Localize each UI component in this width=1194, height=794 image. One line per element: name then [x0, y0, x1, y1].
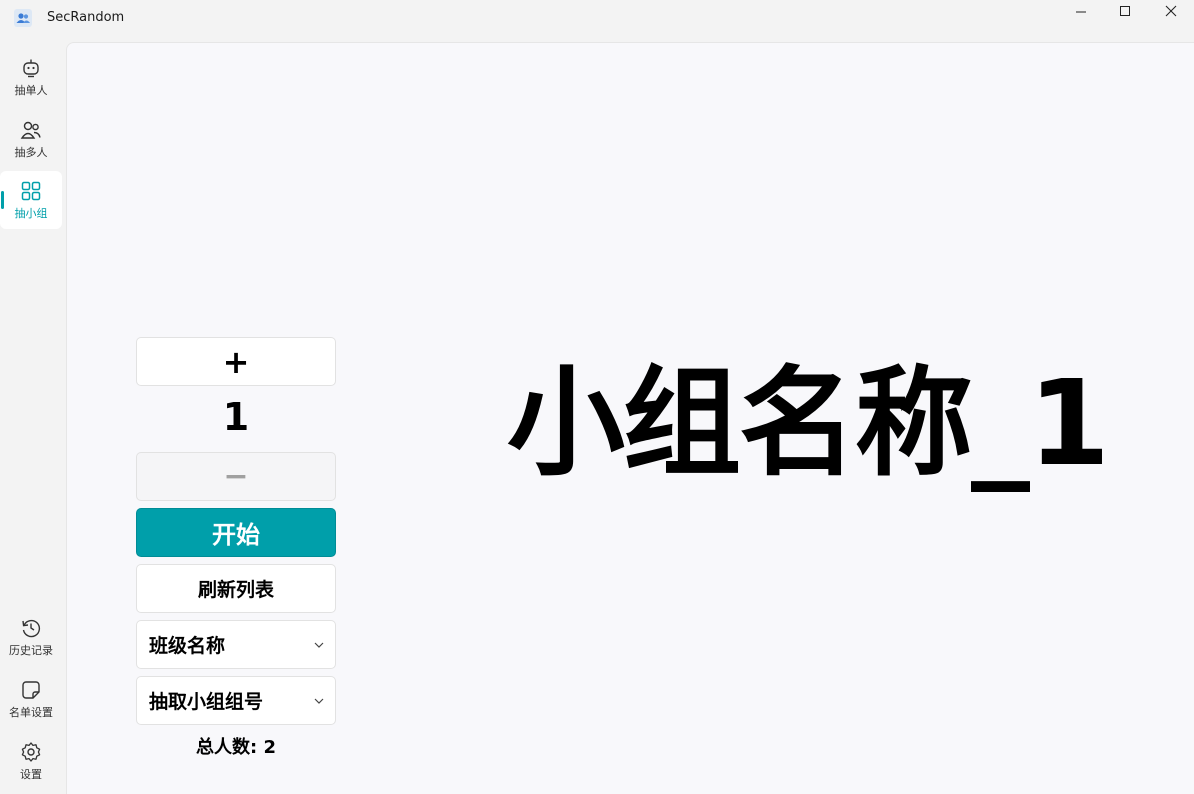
sidebar: 抽单人 抽多人 抽小组 历史记录 名单设置 设置 [0, 40, 66, 794]
window-title: SecRandom [47, 10, 125, 25]
main-panel: + 1 − 开始 刷新列表 班级名称 抽取小组组号 总人数: 2 小组名称_1 [66, 42, 1194, 794]
class-select-value: 班级名称 [149, 635, 226, 657]
sidebar-item-label: 抽小组 [14, 206, 48, 220]
maximize-icon [1120, 6, 1130, 16]
sidebar-item-label: 设置 [20, 767, 42, 781]
close-button[interactable] [1148, 0, 1194, 22]
gear-icon [21, 741, 41, 762]
chevron-down-icon [314, 642, 324, 648]
sidebar-item-list-settings[interactable]: 名单设置 [0, 670, 62, 728]
sidebar-item-history[interactable]: 历史记录 [0, 608, 62, 666]
sidebar-item-label: 名单设置 [9, 705, 53, 719]
total-count: 总人数: 2 [196, 737, 276, 758]
sidebar-item-pick-multiple[interactable]: 抽多人 [0, 110, 62, 168]
sidebar-item-label: 抽单人 [14, 83, 48, 97]
pick-count: 1 [222, 395, 250, 439]
class-select[interactable]: 班级名称 [136, 620, 336, 669]
sidebar-item-pick-single[interactable]: 抽单人 [0, 48, 62, 106]
people-icon [20, 121, 41, 139]
minimize-button[interactable] [1058, 0, 1104, 22]
sidebar-item-pick-group[interactable]: 抽小组 [0, 171, 62, 229]
history-icon [22, 619, 40, 637]
robot-icon [23, 59, 39, 77]
increase-button[interactable]: + [136, 337, 336, 386]
minimize-icon [1076, 11, 1086, 13]
chevron-down-icon [314, 698, 324, 704]
decrease-button[interactable]: − [136, 452, 336, 501]
app-logo-icon [14, 9, 32, 27]
close-icon [1165, 5, 1177, 17]
app-window: SecRandom 抽单人 抽多人 抽小组 历史记录 名单设置 设置 + 1 −… [0, 0, 1194, 794]
result-display: 小组名称_1 [507, 354, 1110, 492]
note-icon [22, 680, 40, 699]
title-bar: SecRandom [0, 0, 1194, 40]
sidebar-item-label: 历史记录 [9, 643, 53, 657]
refresh-list-button[interactable]: 刷新列表 [136, 564, 336, 613]
sidebar-item-label: 抽多人 [14, 145, 48, 159]
group-select[interactable]: 抽取小组组号 [136, 676, 336, 725]
maximize-button[interactable] [1102, 0, 1148, 22]
active-indicator [1, 191, 4, 209]
group-select-value: 抽取小组组号 [149, 691, 264, 713]
group-grid-icon [21, 181, 41, 200]
sidebar-item-settings[interactable]: 设置 [0, 732, 62, 790]
start-button[interactable]: 开始 [136, 508, 336, 557]
